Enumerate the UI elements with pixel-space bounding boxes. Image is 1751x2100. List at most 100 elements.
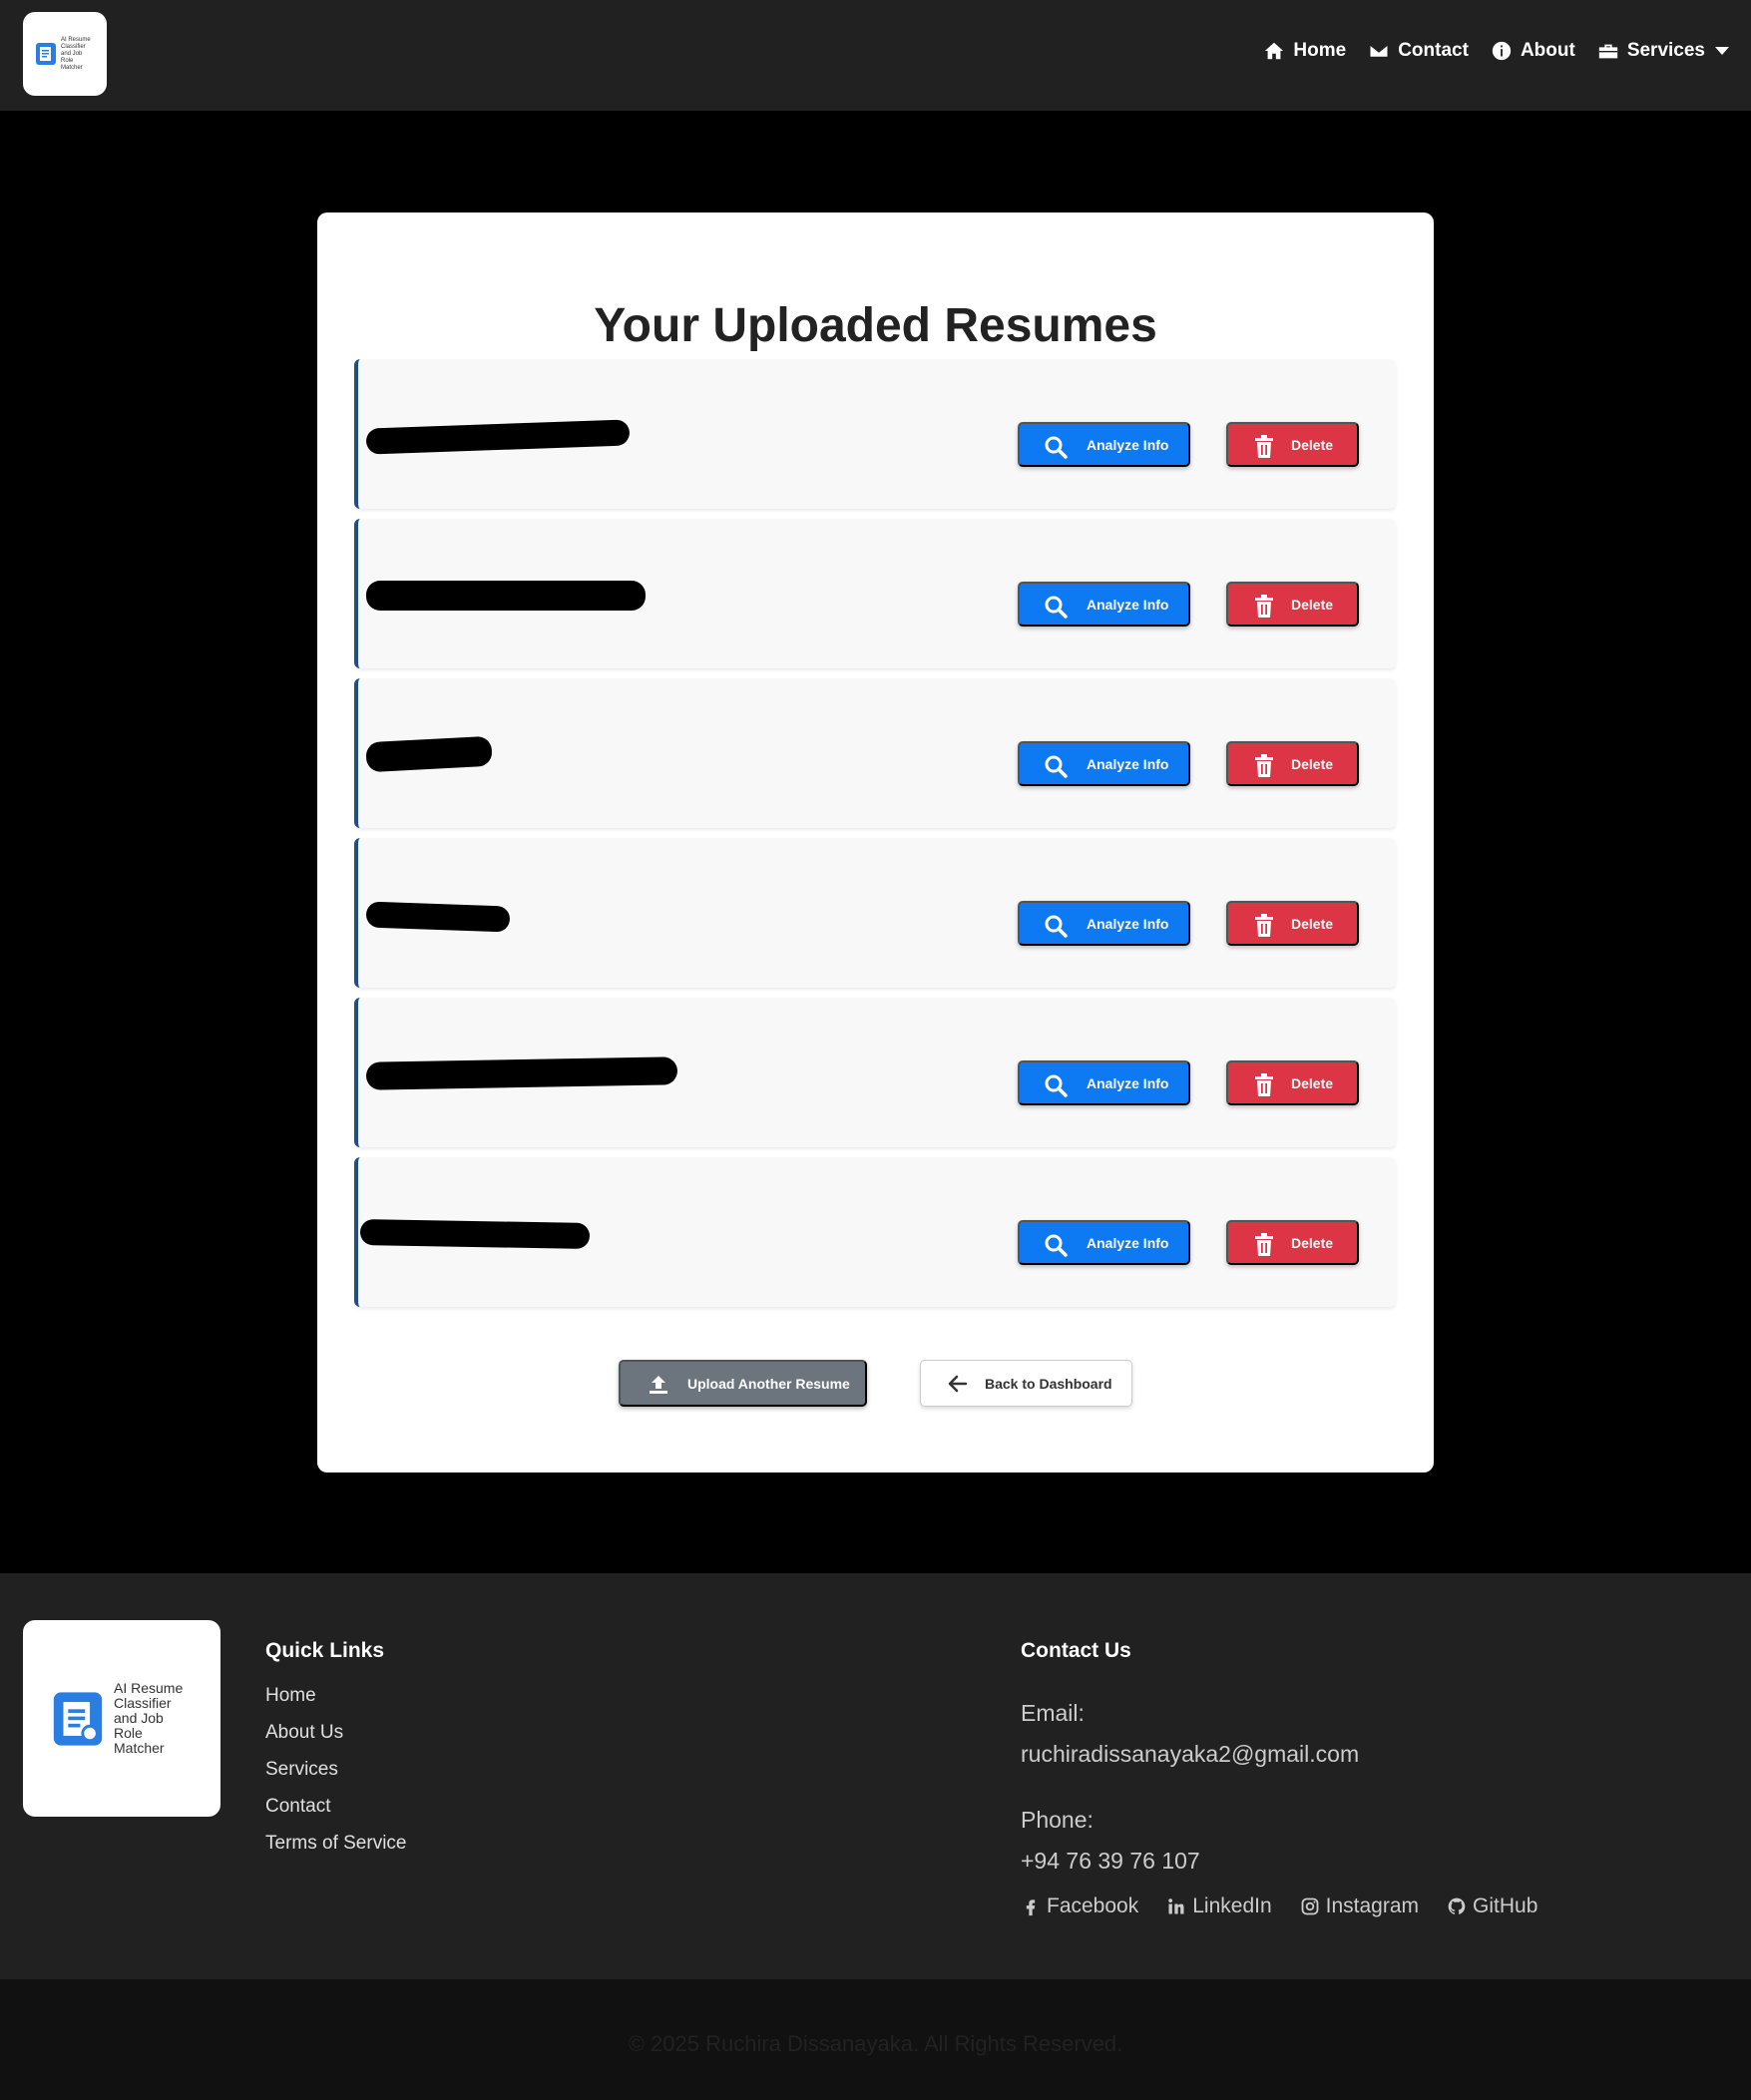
copyright-text: © 2025 Ruchira Dissanayaka. All Rights R… [628, 2031, 1123, 2056]
social-instagram-label: Instagram [1325, 1894, 1420, 1917]
analyze-info-button[interactable]: Analyze Info [1018, 1060, 1190, 1105]
delete-label: Delete [1291, 1234, 1334, 1251]
email-label: Email: [1021, 1700, 1085, 1726]
resume-row: Analyze Info Delete [354, 519, 1396, 668]
analyze-info-label: Analyze Info [1087, 1234, 1169, 1251]
delete-button[interactable]: Delete [1226, 1060, 1359, 1105]
info-icon [1492, 41, 1512, 61]
nav-home[interactable]: Home [1263, 40, 1346, 62]
resume-row: Analyze Info Delete [354, 998, 1396, 1147]
redacted-filename [359, 1218, 591, 1250]
quick-links-title: Quick Links [265, 1639, 385, 1662]
redacted-filename [366, 581, 646, 611]
trash-icon [1255, 435, 1273, 458]
trash-icon [1255, 914, 1273, 937]
social-links: Facebook LinkedIn Instagram GitHub [1021, 1894, 1537, 1918]
resumes-card: Your Uploaded Resumes Analyze Info Delet… [317, 212, 1434, 1472]
analyze-info-label: Analyze Info [1087, 755, 1169, 772]
logo-text: AI Resume Classifier and Job Role Matche… [61, 36, 91, 71]
copyright-bar: © 2025 Ruchira Dissanayaka. All Rights R… [0, 1979, 1751, 2100]
social-facebook-label: Facebook [1047, 1894, 1139, 1917]
redacted-filename [365, 1056, 678, 1090]
analyze-info-button[interactable]: Analyze Info [1018, 422, 1190, 467]
nav-services-label: Services [1626, 40, 1705, 61]
redacted-filename [365, 735, 493, 773]
back-to-dashboard-button[interactable]: Back to Dashboard [920, 1360, 1132, 1407]
instagram-icon [1301, 1897, 1319, 1915]
email-value[interactable]: ruchiradissanayaka2@gmail.com [1021, 1741, 1359, 1768]
nav-contact-label: Contact [1398, 40, 1469, 61]
social-github-label: GitHub [1473, 1894, 1538, 1917]
quick-link-terms[interactable]: Terms of Service [265, 1833, 406, 1870]
chevron-down-icon [1715, 47, 1729, 55]
delete-label: Delete [1291, 596, 1334, 613]
contact-us-title: Contact Us [1021, 1639, 1131, 1662]
delete-label: Delete [1291, 755, 1334, 772]
delete-label: Delete [1291, 1074, 1334, 1091]
social-facebook[interactable]: Facebook [1021, 1894, 1138, 1918]
delete-label: Delete [1291, 915, 1334, 932]
search-icon [1045, 436, 1068, 459]
quick-link-about[interactable]: About Us [265, 1722, 406, 1759]
nav-about[interactable]: About [1491, 40, 1575, 62]
navbar: AI Resume Classifier and Job Role Matche… [0, 0, 1751, 111]
resume-list: Analyze Info Delete Analyze Info Delete [354, 359, 1396, 1317]
back-label: Back to Dashboard [985, 1375, 1112, 1392]
quick-link-home[interactable]: Home [265, 1685, 406, 1722]
redacted-filename [365, 901, 511, 933]
upload-icon [650, 1376, 667, 1394]
social-linkedin-label: LinkedIn [1192, 1894, 1272, 1917]
footer-logo: AI Resume Classifier and Job Role Matche… [23, 1620, 220, 1817]
resume-row: Analyze Info Delete [354, 678, 1396, 828]
analyze-info-button[interactable]: Analyze Info [1018, 1220, 1190, 1265]
resume-row: Analyze Info Delete [354, 359, 1396, 509]
upload-label: Upload Another Resume [687, 1375, 850, 1392]
upload-another-resume-button[interactable]: Upload Another Resume [619, 1360, 867, 1407]
search-icon [1045, 915, 1068, 938]
home-icon [1265, 42, 1284, 60]
document-logo-icon [53, 1691, 103, 1746]
briefcase-icon [1598, 44, 1617, 59]
linkedin-icon [1168, 1898, 1184, 1914]
analyze-info-label: Analyze Info [1087, 596, 1169, 613]
quick-link-contact[interactable]: Contact [265, 1796, 406, 1833]
analyze-info-label: Analyze Info [1087, 915, 1169, 932]
nav-services[interactable]: Services [1597, 40, 1729, 62]
arrow-left-icon [948, 1375, 968, 1393]
delete-button[interactable]: Delete [1226, 741, 1359, 786]
social-linkedin[interactable]: LinkedIn [1166, 1894, 1272, 1918]
github-icon [1448, 1897, 1466, 1914]
analyze-info-button[interactable]: Analyze Info [1018, 582, 1190, 627]
trash-icon [1255, 754, 1273, 777]
delete-button[interactable]: Delete [1226, 1220, 1359, 1265]
nav-contact[interactable]: Contact [1368, 40, 1469, 62]
quick-link-services[interactable]: Services [265, 1759, 406, 1796]
analyze-info-button[interactable]: Analyze Info [1018, 901, 1190, 946]
search-icon [1045, 596, 1068, 619]
footer: AI Resume Classifier and Job Role Matche… [0, 1573, 1751, 1979]
resume-row: Analyze Info Delete [354, 1157, 1396, 1307]
nav-about-label: About [1520, 40, 1575, 61]
page-title: Your Uploaded Resumes [594, 299, 1157, 352]
main-nav: Home Contact About Services [1263, 40, 1729, 62]
analyze-info-label: Analyze Info [1087, 1074, 1169, 1091]
analyze-info-label: Analyze Info [1087, 436, 1169, 453]
resume-row: Analyze Info Delete [354, 838, 1396, 988]
quick-links: Home About Us Services Contact Terms of … [265, 1685, 406, 1870]
social-instagram[interactable]: Instagram [1300, 1894, 1419, 1918]
redacted-filename [365, 419, 631, 455]
search-icon [1045, 1074, 1068, 1097]
phone-value: +94 76 39 76 107 [1021, 1848, 1200, 1874]
trash-icon [1255, 1073, 1273, 1096]
analyze-info-button[interactable]: Analyze Info [1018, 741, 1190, 786]
site-logo[interactable]: AI Resume Classifier and Job Role Matche… [23, 12, 107, 96]
social-github[interactable]: GitHub [1447, 1894, 1537, 1918]
delete-button[interactable]: Delete [1226, 582, 1359, 627]
delete-button[interactable]: Delete [1226, 901, 1359, 946]
trash-icon [1255, 1233, 1273, 1256]
document-logo-icon [36, 43, 56, 65]
facebook-icon [1026, 1899, 1036, 1916]
delete-button[interactable]: Delete [1226, 422, 1359, 467]
footer-logo-text: AI Resume Classifier and Job Role Matche… [114, 1680, 184, 1756]
nav-home-label: Home [1293, 40, 1347, 61]
